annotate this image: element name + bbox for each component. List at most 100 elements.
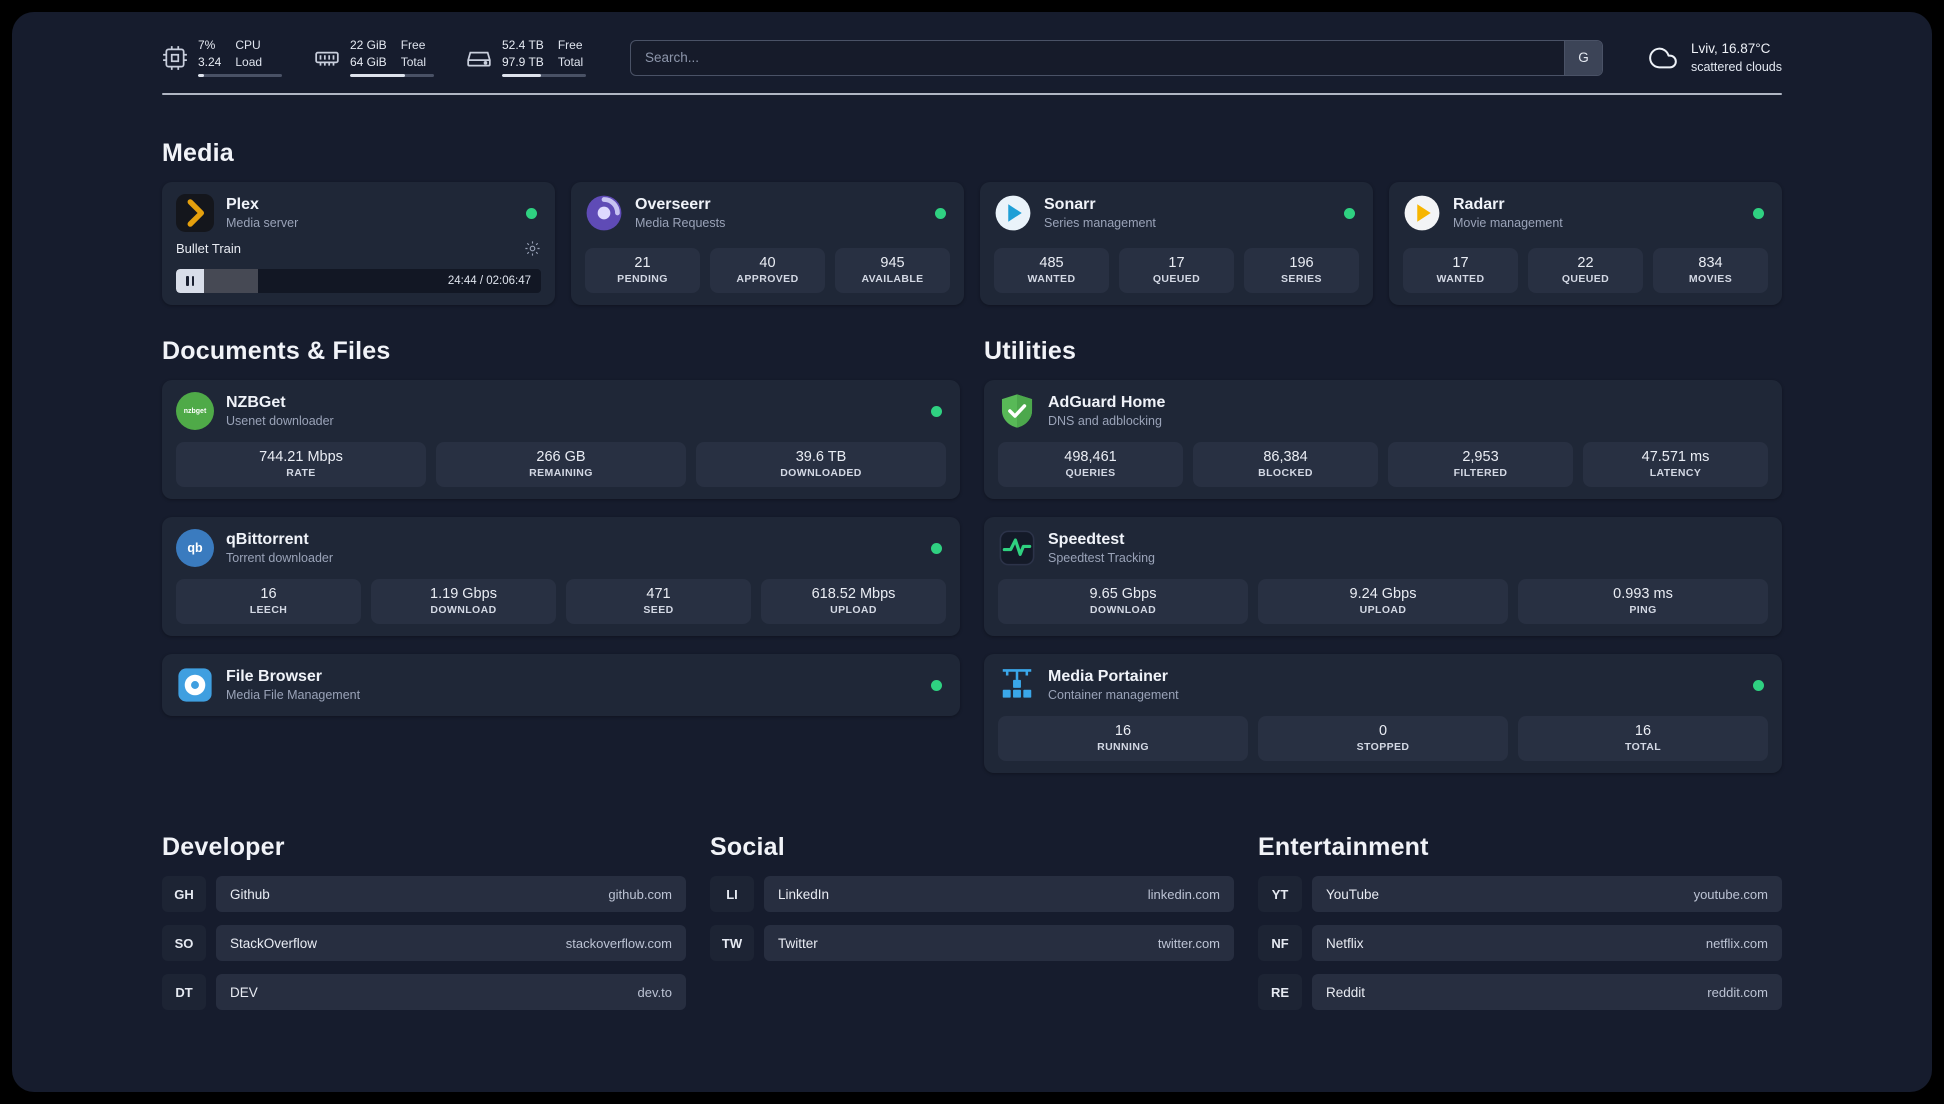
bookmark-stackoverflow[interactable]: SO StackOverflow stackoverflow.com <box>162 925 686 962</box>
bookmark-dev[interactable]: DT DEV dev.to <box>162 974 686 1011</box>
memory-total-value: 64 GiB <box>350 54 387 69</box>
load-label: Load <box>235 54 263 69</box>
app-description: Series management <box>1044 216 1156 231</box>
bookmark-reddit[interactable]: RE Reddit reddit.com <box>1258 974 1782 1011</box>
stat-label: MOVIES <box>1688 273 1733 286</box>
section-title-documents: Documents & Files <box>162 337 391 366</box>
stat-remaining: 266 GB REMAINING <box>436 442 686 488</box>
bookmark-url: linkedin.com <box>1147 886 1220 902</box>
app-name: Speedtest <box>1048 531 1125 549</box>
bookmark-youtube[interactable]: YT YouTube youtube.com <box>1258 876 1782 913</box>
memory-stat: 22 GiB 64 GiB Free Total <box>314 38 434 78</box>
stat-label: QUEUED <box>1152 273 1201 286</box>
app-card-overseerr[interactable]: Overseerr Media Requests 21 PENDING 40 APPROV… <box>571 182 964 306</box>
section-title-social: Social <box>710 833 785 862</box>
stat-download: 9.65 Gbps DOWNLOAD <box>998 579 1248 625</box>
bookmark-name: DEV <box>230 984 258 1000</box>
app-header: nzbget NZBGet Usenet downloader <box>176 392 946 431</box>
app-name: File Browser <box>226 668 323 686</box>
app-card-qbittorrent[interactable]: qb qBittorrent Torrent downloader 16 LEECH 1.… <box>162 517 960 637</box>
stat-label: QUEUED <box>1561 273 1610 286</box>
stat-value: 266 GB <box>536 449 586 466</box>
disk-stat: 52.4 TB 97.9 TB Free Total <box>466 38 586 78</box>
bookmark-link[interactable]: DEV dev.to <box>216 974 686 1011</box>
stat-label: DOWNLOADED <box>780 467 862 480</box>
app-info: Media Portainer Container management <box>1048 668 1741 702</box>
app-card-speedtest[interactable]: Speedtest Speedtest Tracking 9.65 Gbps DOWN… <box>984 517 1782 637</box>
app-info: Plex Media server <box>226 196 514 230</box>
stat-leech: 16 LEECH <box>176 579 361 625</box>
search-input[interactable] <box>630 39 1603 76</box>
stat-label: RUNNING <box>1097 741 1149 754</box>
app-name: Overseerr <box>635 196 711 214</box>
utilities-card-stack: AdGuard Home DNS and adblocking 498,461 QUE… <box>984 380 1782 774</box>
app-card-radarr[interactable]: Radarr Movie management 17 WANTED 22 QUEUED 83… <box>1389 182 1782 306</box>
bookmark-twitter[interactable]: TW Twitter twitter.com <box>710 925 1234 962</box>
stat-queued: 22 QUEUED <box>1528 248 1643 294</box>
bookmark-link[interactable]: Twitter twitter.com <box>764 925 1234 962</box>
memory-progress-bar <box>350 74 434 78</box>
cpu-label: CPU <box>235 38 261 52</box>
app-name: Sonarr <box>1044 196 1096 214</box>
bookmark-link[interactable]: YouTube youtube.com <box>1312 876 1782 913</box>
app-info: Radarr Movie management <box>1453 196 1741 230</box>
section-utilities: Utilities AdGuard Home DNS and adblocking… <box>984 337 1782 774</box>
stat-value: 0 <box>1378 723 1388 740</box>
stat-label: TOTAL <box>1624 741 1662 754</box>
app-info: Overseerr Media Requests <box>635 196 923 230</box>
stat-seed: 471 SEED <box>566 579 751 625</box>
app-info: AdGuard Home DNS and adblocking <box>1048 394 1768 428</box>
gear-icon[interactable] <box>524 240 541 257</box>
stat-label: LEECH <box>249 604 288 617</box>
stat-value: 16 <box>1634 723 1652 740</box>
speedtest-icon <box>998 529 1036 567</box>
stat-value: 834 <box>1698 255 1723 272</box>
topbar: 7% 3.24 CPU Load 22 GiB 64 GiB Free Tota… <box>162 38 1782 78</box>
app-card-sonarr[interactable]: Sonarr Series management 485 WANTED 17 QUEUED… <box>980 182 1373 306</box>
bookmark-linkedin[interactable]: LI LinkedIn linkedin.com <box>710 876 1234 913</box>
disk-total-label: Total <box>557 54 584 69</box>
app-card-plex[interactable]: Plex Media server Bullet Train 24:44 / 02:0… <box>162 182 555 306</box>
app-header: qb qBittorrent Torrent downloader <box>176 529 946 568</box>
app-card-portainer[interactable]: Media Portainer Container management 16 RUN… <box>984 654 1782 774</box>
stats-row: 498,461 QUERIES 86,384 BLOCKED 2,953 FILTERED… <box>998 442 1768 488</box>
app-header: Sonarr Series management <box>994 194 1359 232</box>
stat-value: 47.571 ms <box>1641 449 1710 466</box>
stat-label: AVAILABLE <box>861 273 924 286</box>
bookmark-link[interactable]: Reddit reddit.com <box>1312 974 1782 1011</box>
stat-value: 86,384 <box>1263 449 1308 466</box>
stat-value: 945 <box>880 255 905 272</box>
sonarr-icon <box>994 194 1032 232</box>
bookmark-github[interactable]: GH Github github.com <box>162 876 686 913</box>
cpu-labels: CPU Load <box>235 38 262 70</box>
bookmark-link[interactable]: LinkedIn linkedin.com <box>764 876 1234 913</box>
bookmark-link[interactable]: StackOverflow stackoverflow.com <box>216 925 686 962</box>
bookmark-link[interactable]: Netflix netflix.com <box>1312 925 1782 962</box>
pause-button[interactable] <box>176 269 204 294</box>
app-description: Media server <box>226 216 299 231</box>
app-card-filebrowser[interactable]: File Browser Media File Management <box>162 654 960 717</box>
search-engine-button[interactable]: G <box>1563 40 1602 75</box>
bookmark-abbr: TW <box>710 925 754 962</box>
app-card-nzbget[interactable]: nzbget NZBGet Usenet downloader 744.21 Mbps… <box>162 380 960 500</box>
disk-free-label: Free <box>557 38 583 52</box>
app-info: Sonarr Series management <box>1044 196 1332 230</box>
stat-value: 40 <box>759 255 776 272</box>
stat-ping: 0.993 ms PING <box>1518 579 1768 625</box>
bookmark-netflix[interactable]: NF Netflix netflix.com <box>1258 925 1782 962</box>
stats-row: 17 WANTED 22 QUEUED 834 MOVIES <box>1403 248 1768 294</box>
app-header: File Browser Media File Management <box>176 666 946 704</box>
bookmark-name: Reddit <box>1326 984 1366 1000</box>
bookmark-url: dev.to <box>637 984 672 1000</box>
stats-row: 16 RUNNING 0 STOPPED 16 TOTAL <box>998 716 1768 762</box>
nzbget-icon: nzbget <box>176 392 214 431</box>
bookmark-name: YouTube <box>1326 886 1380 902</box>
bookmark-name: Twitter <box>778 935 818 951</box>
app-card-adguard[interactable]: AdGuard Home DNS and adblocking 498,461 QUE… <box>984 380 1782 500</box>
cpu-values: 7% 3.24 <box>198 38 221 70</box>
bookmark-link[interactable]: Github github.com <box>216 876 686 913</box>
bookmark-url: youtube.com <box>1693 886 1768 902</box>
stat-label: REMAINING <box>529 467 593 480</box>
stat-rate: 744.21 Mbps RATE <box>176 442 426 488</box>
bookmark-name: StackOverflow <box>230 935 318 951</box>
